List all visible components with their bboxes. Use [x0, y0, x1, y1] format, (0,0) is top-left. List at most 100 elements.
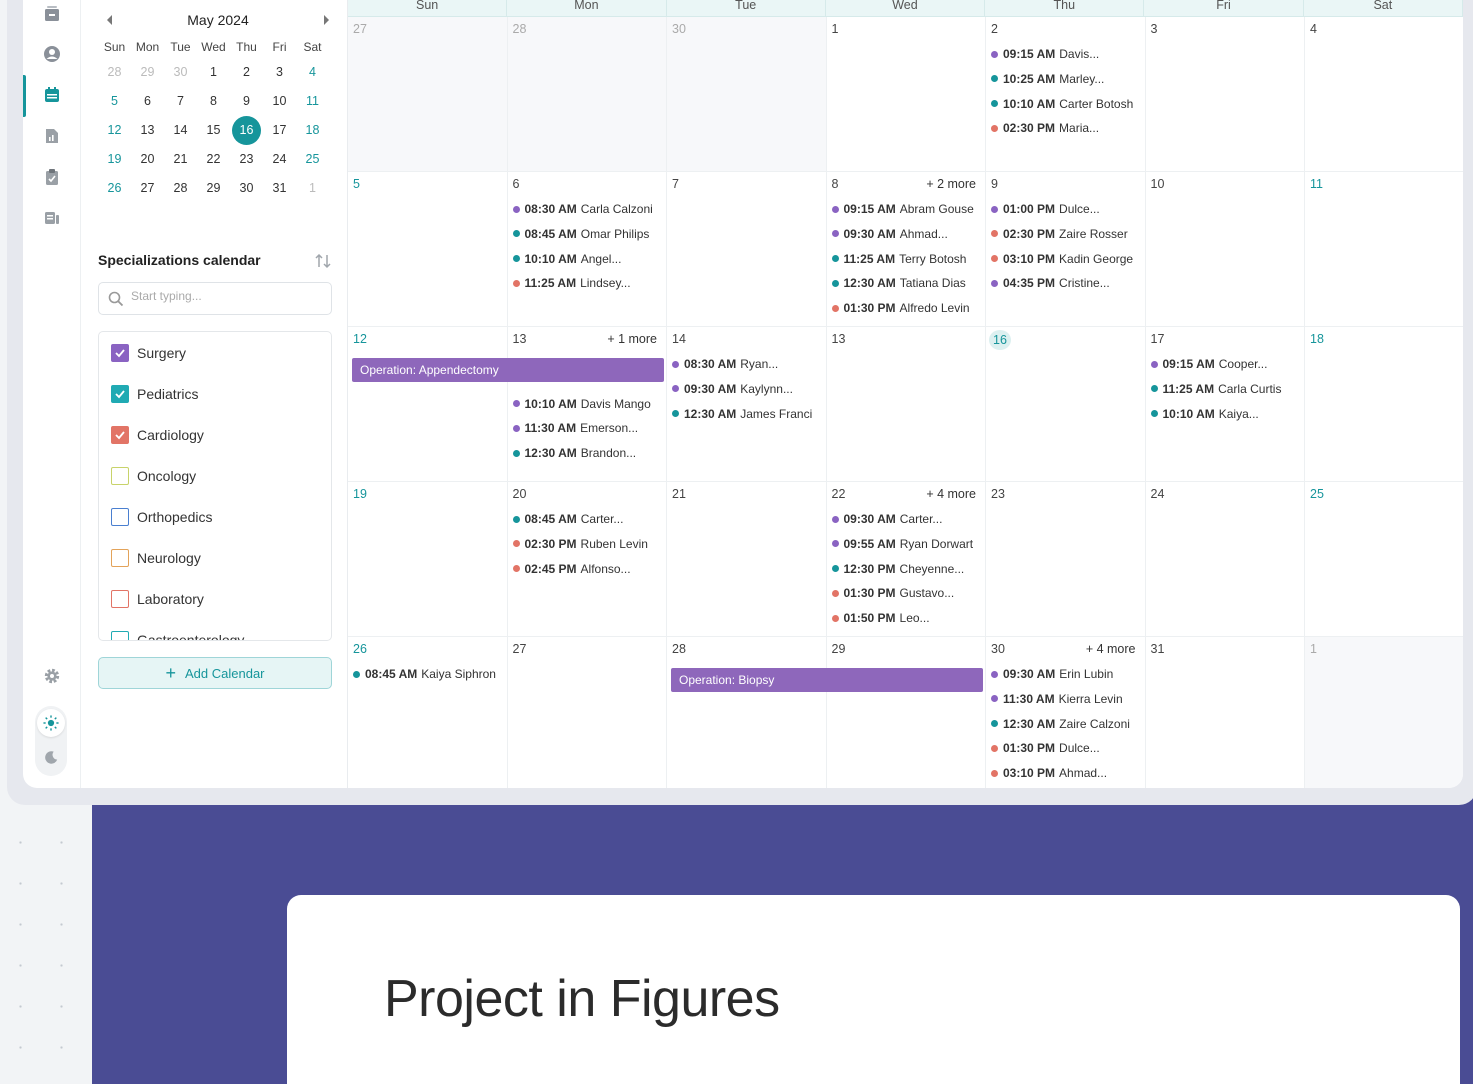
event-item[interactable]: 11:25 AM Lindsey... [512, 273, 665, 293]
event-item[interactable]: 09:30 AM Carter... [831, 509, 984, 529]
mini-day[interactable]: 19 [98, 145, 131, 174]
sort-icon[interactable] [313, 252, 333, 270]
event-item[interactable]: 03:10 PM Kadin George [991, 249, 1143, 269]
search-field[interactable] [98, 282, 332, 315]
mini-day[interactable]: 28 [164, 174, 197, 203]
mini-day[interactable]: 8 [197, 87, 230, 116]
event-item[interactable]: 04:35 PM Cristine... [991, 273, 1143, 293]
mini-day[interactable]: 16 [230, 116, 263, 145]
event-item[interactable]: 08:30 AM Carla Calzoni [512, 199, 665, 219]
day-cell[interactable]: 28 [667, 637, 827, 788]
calendar-icon[interactable] [41, 84, 63, 106]
day-cell[interactable]: 23 [986, 482, 1146, 637]
user-icon[interactable] [41, 43, 63, 65]
event-item[interactable]: 02:30 PM Ruben Levin [512, 534, 665, 554]
mini-day[interactable]: 28 [98, 58, 131, 87]
day-cell[interactable]: 27 [348, 17, 508, 172]
day-cell[interactable]: 8 + 2 more 09:15 AM Abram Gouse 09:30 AM Ahma… [826, 172, 986, 327]
checkbox[interactable] [111, 589, 129, 608]
event-item[interactable]: 09:15 AM Davis... [991, 44, 1143, 64]
checked-checkbox[interactable] [111, 343, 129, 362]
mini-day[interactable]: 12 [98, 116, 131, 145]
mini-day[interactable]: 31 [263, 174, 296, 203]
gear-icon[interactable] [41, 665, 63, 687]
mini-day[interactable]: 18 [296, 116, 329, 145]
mini-day[interactable]: 10 [263, 87, 296, 116]
mini-day[interactable]: 17 [263, 116, 296, 145]
mini-day[interactable]: 6 [131, 87, 164, 116]
mini-day[interactable]: 22 [197, 145, 230, 174]
event-item[interactable]: 12:30 AM Tatiana Dias [831, 273, 984, 293]
event-item[interactable]: 11:25 AM Carla Curtis [1150, 379, 1303, 399]
day-cell[interactable]: 18 [1305, 327, 1463, 482]
mini-day[interactable]: 15 [197, 116, 230, 145]
mini-day[interactable]: 23 [230, 145, 263, 174]
mini-day[interactable]: 11 [296, 87, 329, 116]
event-item[interactable]: 10:25 AM Marley... [991, 69, 1143, 89]
mini-day[interactable]: 20 [131, 145, 164, 174]
day-cell[interactable]: 4 [1305, 17, 1463, 172]
day-cell[interactable]: 29 [826, 637, 986, 788]
more-link[interactable]: + 4 more [926, 487, 976, 501]
event-item[interactable]: 12:30 PM Cheyenne... [831, 559, 984, 579]
specialization-item[interactable]: Gastroenterology [99, 619, 331, 640]
checked-checkbox[interactable] [111, 384, 129, 403]
day-cell[interactable]: 21 [667, 482, 827, 637]
day-cell[interactable]: 16 [986, 327, 1146, 482]
mini-day[interactable]: 1 [197, 58, 230, 87]
event-item[interactable]: 01:30 PM Alfredo Levin [831, 298, 984, 318]
checkbox[interactable] [111, 630, 129, 640]
mini-day[interactable]: 9 [230, 87, 263, 116]
mini-day[interactable]: 13 [131, 116, 164, 145]
event-item[interactable]: 11:30 AM Emerson... [512, 418, 665, 438]
event-item[interactable]: 10:10 AM Carter Botosh [991, 94, 1143, 114]
event-item[interactable]: 12:30 AM James Franci [672, 404, 824, 424]
event-item[interactable]: 12:30 AM Brandon... [512, 443, 665, 463]
event-item[interactable]: 08:45 AM Kaiya Siphron [353, 664, 505, 684]
inbox-icon[interactable] [41, 3, 63, 25]
specialization-item[interactable]: Cardiology [99, 414, 331, 455]
event-item[interactable]: 09:30 AM Kaylynn... [672, 379, 824, 399]
day-cell[interactable]: 9 01:00 PM Dulce... 02:30 PM Zaire Rosser 03:… [986, 172, 1146, 327]
mini-day[interactable]: 21 [164, 145, 197, 174]
more-link[interactable]: + 2 more [926, 177, 976, 191]
sun-icon[interactable] [37, 709, 65, 737]
day-cell[interactable]: 22 + 4 more 09:30 AM Carter... 09:55 AM Ryan … [826, 482, 986, 637]
mini-day[interactable]: 14 [164, 116, 197, 145]
clipboard-icon[interactable] [41, 166, 63, 188]
specialization-item[interactable]: Pediatrics [99, 373, 331, 414]
day-cell[interactable]: 12 [348, 327, 508, 482]
checkbox[interactable] [111, 507, 129, 526]
day-cell[interactable]: 28 [507, 17, 667, 172]
event-item[interactable]: 09:30 AM Ahmad... [831, 224, 984, 244]
event-item[interactable]: 09:15 AM Cooper... [1150, 354, 1303, 374]
day-cell[interactable]: 26 08:45 AM Kaiya Siphron [348, 637, 508, 788]
event-item[interactable]: 10:10 AM Davis Mango [512, 394, 665, 414]
event-item[interactable]: 08:30 AM Ryan... [672, 354, 824, 374]
specialization-item[interactable]: Orthopedics [99, 496, 331, 537]
event-item[interactable]: 01:00 PM Dulce... [991, 199, 1143, 219]
event-item[interactable]: 11:25 AM Terry Botosh [831, 249, 984, 269]
checkbox[interactable] [111, 466, 129, 485]
day-cell[interactable]: 1 [826, 17, 986, 172]
day-cell[interactable]: 17 09:15 AM Cooper... 11:25 AM Carla Curtis 1… [1145, 327, 1305, 482]
event-item[interactable]: 09:15 AM Abram Gouse [831, 199, 984, 219]
mini-day[interactable]: 27 [131, 174, 164, 203]
day-cell[interactable]: 10 [1145, 172, 1305, 327]
report-icon[interactable] [41, 125, 63, 147]
mini-day[interactable]: 25 [296, 145, 329, 174]
day-cell[interactable]: 27 [507, 637, 667, 788]
search-input[interactable] [131, 289, 321, 303]
event-item[interactable]: 02:30 PM Zaire Rosser [991, 224, 1143, 244]
mini-day[interactable]: 29 [197, 174, 230, 203]
day-cell[interactable]: 1 [1305, 637, 1463, 788]
day-cell[interactable]: 25 [1305, 482, 1463, 637]
day-cell[interactable]: 30 + 4 more 09:30 AM Erin Lubin 11:30 AM Kier… [986, 637, 1146, 788]
mini-day[interactable]: 24 [263, 145, 296, 174]
checked-checkbox[interactable] [111, 425, 129, 444]
day-cell[interactable]: 14 08:30 AM Ryan... 09:30 AM Kaylynn... 12:30… [667, 327, 827, 482]
event-item[interactable]: 01:30 PM Dulce... [991, 738, 1143, 758]
event-item[interactable]: 08:45 AM Omar Philips [512, 224, 665, 244]
more-link[interactable]: + 1 more [607, 332, 657, 346]
event-item[interactable]: 01:30 PM Gustavo... [831, 583, 984, 603]
